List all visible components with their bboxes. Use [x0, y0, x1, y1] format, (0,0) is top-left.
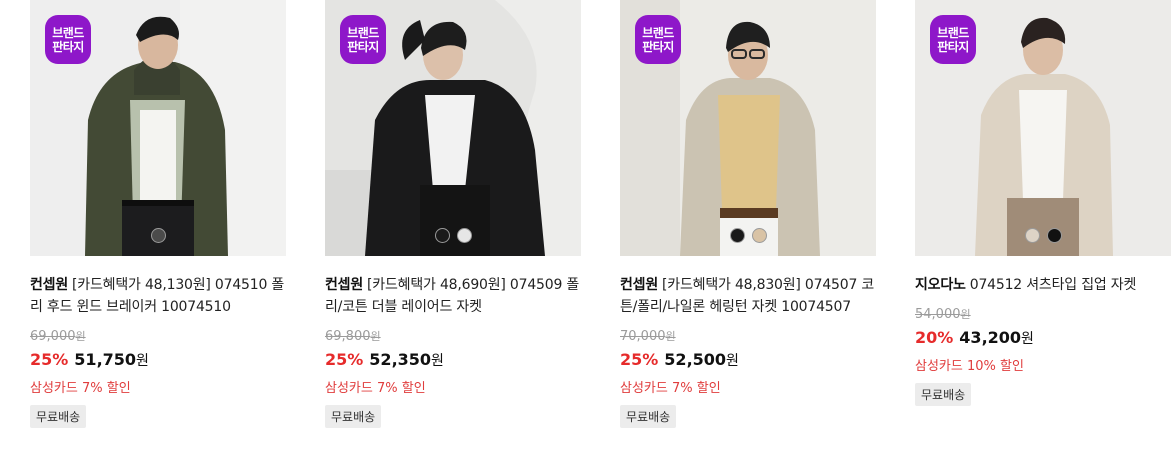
price-unit: 원 [1021, 331, 1034, 347]
color-swatch[interactable] [1046, 228, 1062, 243]
color-swatch[interactable] [456, 228, 472, 243]
badge-line1: 브랜드 [642, 25, 674, 40]
brand-name: 컨셉원 [325, 277, 364, 293]
badge-line2: 판타지 [937, 39, 969, 54]
color-swatch[interactable] [729, 228, 745, 243]
product-grid: 브랜드 판타지 컨셉원 [카드혜택가 48,130원] 074510 폴리 후드 … [0, 0, 1175, 453]
color-swatches [915, 228, 1171, 243]
product-card[interactable]: 브랜드 판타지 컨셉원 [카드혜택가 48,690원] 074509 폴리/코튼 … [325, 0, 581, 428]
product-name: [카드혜택가 48,830원] 074507 코튼/폴리/나일론 헤링턴 자켓 … [620, 277, 875, 315]
color-swatch[interactable] [1024, 228, 1040, 243]
free-shipping-tag: 무료배송 [915, 383, 972, 406]
product-card[interactable]: 브랜드 판타지 컨셉원 [카드혜택가 48,130원] 074510 폴리 후드 … [30, 0, 286, 428]
original-price: 54,000원 [915, 306, 1171, 322]
brand-fantasy-badge: 브랜드 판타지 [45, 15, 91, 64]
discount-rate: 25% [325, 350, 364, 369]
discount-rate: 25% [30, 350, 69, 369]
original-price-unit: 원 [370, 330, 381, 343]
original-price-unit: 원 [665, 330, 676, 343]
card-benefit: 삼성카드 7% 할인 [325, 381, 426, 396]
brand-fantasy-badge: 브랜드 판타지 [930, 15, 976, 64]
color-swatches [30, 228, 286, 243]
color-swatch[interactable] [150, 228, 166, 243]
brand-name: 컨셉원 [30, 277, 69, 293]
discount-rate: 20% [915, 328, 954, 347]
free-shipping-tag: 무료배송 [620, 405, 677, 428]
product-title[interactable]: 컨셉원 [카드혜택가 48,690원] 074509 폴리/코튼 더블 레이어드 … [325, 274, 581, 318]
original-price-value: 69,800 [325, 329, 371, 344]
sale-price: 43,200 [959, 328, 1022, 347]
product-image[interactable]: 브랜드 판타지 [620, 0, 876, 256]
original-price-value: 69,000 [30, 329, 76, 344]
product-title[interactable]: 컨셉원 [카드혜택가 48,130원] 074510 폴리 후드 윈드 브레이커 … [30, 274, 286, 318]
brand-name: 컨셉원 [620, 277, 659, 293]
brand-fantasy-badge: 브랜드 판타지 [635, 15, 681, 64]
brand-name: 지오다노 [915, 277, 966, 293]
original-price: 69,000원 [30, 328, 286, 344]
color-swatch[interactable] [751, 228, 767, 243]
color-swatches [325, 228, 581, 243]
product-card[interactable]: 브랜드 판타지 컨셉원 [카드혜택가 48,830원] 074507 코튼/폴리/… [620, 0, 876, 428]
price-unit: 원 [726, 353, 739, 369]
original-price-value: 54,000 [915, 307, 961, 322]
product-name: 074512 셔츠타입 집업 자켓 [969, 277, 1137, 293]
product-title[interactable]: 컨셉원 [카드혜택가 48,830원] 074507 코튼/폴리/나일론 헤링턴 … [620, 274, 876, 318]
brand-fantasy-badge: 브랜드 판타지 [340, 15, 386, 64]
original-price: 70,000원 [620, 328, 876, 344]
card-benefit: 삼성카드 7% 할인 [30, 381, 131, 396]
badge-line1: 브랜드 [937, 25, 969, 40]
free-shipping-tag: 무료배송 [30, 405, 87, 428]
sale-price: 51,750 [74, 350, 137, 369]
badge-line2: 판타지 [347, 39, 379, 54]
product-image[interactable]: 브랜드 판타지 [30, 0, 286, 256]
product-name: [카드혜택가 48,130원] 074510 폴리 후드 윈드 브레이커 100… [30, 277, 285, 315]
badge-line1: 브랜드 [347, 25, 379, 40]
original-price-value: 70,000 [620, 329, 666, 344]
card-benefit: 삼성카드 10% 할인 [915, 359, 1024, 374]
free-shipping-tag: 무료배송 [325, 405, 382, 428]
sale-price-row: 25% 52,350원 [325, 349, 581, 372]
product-image[interactable]: 브랜드 판타지 [915, 0, 1171, 256]
sale-price: 52,350 [369, 350, 432, 369]
sale-price-row: 25% 52,500원 [620, 349, 876, 372]
sale-price-row: 20% 43,200원 [915, 327, 1171, 350]
product-image[interactable]: 브랜드 판타지 [325, 0, 581, 256]
sale-price-row: 25% 51,750원 [30, 349, 286, 372]
color-swatch[interactable] [434, 228, 450, 243]
product-name: [카드혜택가 48,690원] 074509 폴리/코튼 더블 레이어드 자켓 [325, 277, 580, 315]
badge-line1: 브랜드 [52, 25, 84, 40]
badge-line2: 판타지 [52, 39, 84, 54]
product-title[interactable]: 지오다노 074512 셔츠타입 집업 자켓 [915, 274, 1171, 296]
product-card[interactable]: 브랜드 판타지 지오다노 074512 셔츠타입 집업 자켓 54,000원 20… [915, 0, 1171, 406]
discount-rate: 25% [620, 350, 659, 369]
original-price-unit: 원 [75, 330, 86, 343]
sale-price: 52,500 [664, 350, 727, 369]
original-price: 69,800원 [325, 328, 581, 344]
card-benefit: 삼성카드 7% 할인 [620, 381, 721, 396]
price-unit: 원 [431, 353, 444, 369]
price-unit: 원 [136, 353, 149, 369]
original-price-unit: 원 [960, 308, 971, 321]
color-swatches [620, 228, 876, 243]
badge-line2: 판타지 [642, 39, 674, 54]
